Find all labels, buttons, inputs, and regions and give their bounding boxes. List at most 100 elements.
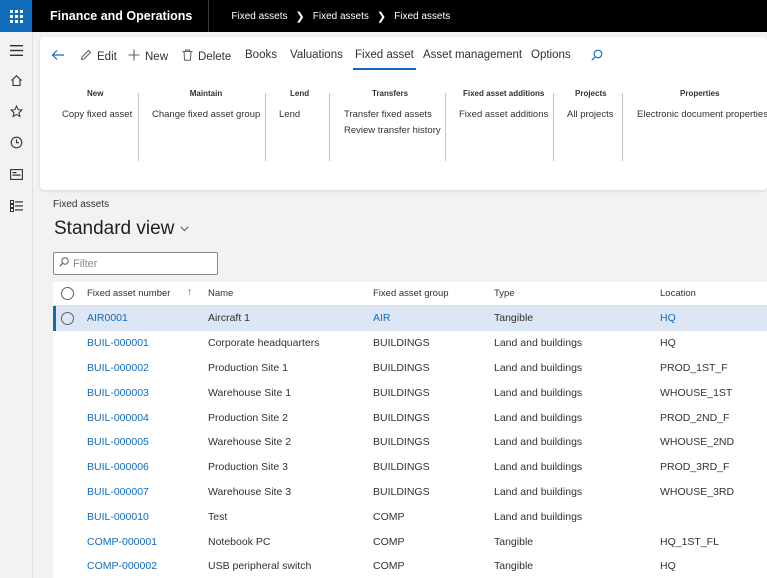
row-select-radio[interactable]	[61, 306, 74, 331]
fixed-asset-number-link[interactable]: BUIL-000007	[87, 480, 149, 505]
name-cell: Production Site 2	[208, 411, 288, 424]
modules-icon[interactable]	[8, 198, 24, 214]
view-selector[interactable]: Standard view	[54, 218, 190, 240]
table-row[interactable]: BUIL-000010 Test COMP Land and buildings	[53, 504, 767, 529]
fixed-asset-number-link[interactable]: AIR0001	[87, 306, 128, 331]
group-transfers: Transfers Transfer fixed assets Review t…	[343, 89, 443, 161]
type-cell: Land and buildings	[494, 436, 583, 449]
table-row[interactable]: AIR0001 Aircraft 1 AIR Tangible HQ	[53, 306, 767, 331]
column-header-type[interactable]: Type	[494, 282, 515, 305]
fixed-asset-number-link[interactable]: BUIL-000010	[87, 504, 149, 529]
table-row[interactable]: BUIL-000005 Warehouse Site 2 BUILDINGS Land…	[53, 430, 767, 455]
group-cell: COMP	[373, 535, 405, 548]
breadcrumb-item[interactable]: Fixed assets	[313, 11, 369, 22]
group-divider	[138, 93, 139, 161]
location-cell: PROD_1ST_F	[660, 361, 728, 374]
table-row[interactable]: COMP-000002 USB peripheral switch COMP Tang…	[53, 554, 767, 578]
clock-icon[interactable]	[8, 134, 24, 150]
group-title: Lend	[290, 89, 310, 98]
fixed-assets-grid: Fixed asset number ↑ Name Fixed asset gr…	[53, 282, 767, 578]
app-launcher-button[interactable]	[0, 0, 32, 32]
table-row[interactable]: BUIL-000007 Warehouse Site 3 BUILDINGS Land…	[53, 480, 767, 505]
column-header-location[interactable]: Location	[660, 282, 696, 305]
group-title: Fixed asset additions	[463, 89, 545, 98]
location-cell[interactable]: HQ	[660, 306, 676, 331]
fixed-asset-number-link[interactable]: BUIL-000006	[87, 455, 149, 480]
change-fixed-asset-group-button[interactable]: Change fixed asset group	[152, 109, 260, 120]
tab-fixed-asset[interactable]: Fixed asset	[353, 49, 416, 70]
name-cell: Test	[208, 510, 228, 523]
grid-body: AIR0001 Aircraft 1 AIR Tangible HQ BUIL-00000…	[53, 306, 767, 578]
fixed-asset-number-link[interactable]: COMP-000002	[87, 554, 157, 578]
group-cell: BUILDINGS	[373, 485, 430, 498]
type-cell: Tangible	[494, 312, 534, 325]
review-transfer-history-button[interactable]: Review transfer history	[344, 125, 443, 136]
fixed-asset-number-link[interactable]: BUIL-000005	[87, 430, 149, 455]
star-icon[interactable]	[8, 103, 24, 119]
search-button[interactable]	[591, 49, 603, 61]
new-button[interactable]: New	[128, 49, 168, 64]
type-cell: Land and buildings	[494, 485, 583, 498]
type-cell: Tangible	[494, 560, 534, 573]
column-header-name[interactable]: Name	[208, 282, 233, 305]
copy-fixed-asset-button[interactable]: Copy fixed asset	[62, 109, 132, 120]
lend-button[interactable]: Lend	[279, 109, 318, 120]
breadcrumb-item[interactable]: Fixed assets	[394, 11, 450, 22]
group-new: New Copy fixed asset	[60, 89, 132, 161]
name-cell: Notebook PC	[208, 535, 271, 548]
location-cell: PROD_3RD_F	[660, 461, 730, 474]
table-row[interactable]: COMP-000001 Notebook PC COMP Tangible HQ_1ST…	[53, 529, 767, 554]
workspace-icon[interactable]	[8, 166, 24, 182]
pencil-icon	[80, 49, 92, 64]
app-title[interactable]: Finance and Operations	[32, 0, 210, 32]
breadcrumb: Fixed assets ❯ Fixed assets ❯ Fixed asse…	[209, 10, 450, 23]
tab-valuations[interactable]: Valuations	[290, 49, 343, 61]
home-icon[interactable]	[8, 72, 24, 88]
filter-input[interactable]	[73, 257, 213, 270]
column-header-number[interactable]: Fixed asset number	[87, 282, 170, 305]
fixed-asset-number-link[interactable]: BUIL-000004	[87, 405, 149, 430]
fixed-asset-number-link[interactable]: BUIL-000003	[87, 380, 149, 405]
transfer-fixed-assets-button[interactable]: Transfer fixed assets	[344, 109, 443, 120]
group-cell: COMP	[373, 510, 405, 523]
name-cell: Warehouse Site 2	[208, 436, 292, 449]
group-cell: BUILDINGS	[373, 436, 430, 449]
select-all-checkbox[interactable]	[61, 282, 74, 305]
new-label: New	[145, 50, 169, 63]
table-row[interactable]: BUIL-000003 Warehouse Site 1 BUILDINGS Land…	[53, 380, 767, 405]
group-projects: Projects All projects	[566, 89, 616, 161]
breadcrumb-item[interactable]: Fixed assets	[231, 11, 287, 22]
group-divider	[622, 93, 623, 161]
fixed-asset-additions-button[interactable]: Fixed asset additions	[459, 109, 548, 120]
name-cell: Warehouse Site 1	[208, 386, 292, 399]
chevron-down-icon	[180, 223, 190, 235]
group-divider	[329, 93, 330, 161]
fixed-asset-number-link[interactable]: BUIL-000001	[87, 331, 149, 356]
back-button[interactable]	[51, 49, 65, 61]
column-header-group[interactable]: Fixed asset group	[373, 282, 449, 305]
grid-header: Fixed asset number ↑ Name Fixed asset gr…	[53, 282, 767, 306]
tab-asset-management[interactable]: Asset management	[423, 49, 522, 61]
table-row[interactable]: BUIL-000004 Production Site 2 BUILDINGS Lan…	[53, 405, 767, 430]
group-cell[interactable]: AIR	[373, 306, 391, 331]
hamburger-icon[interactable]	[8, 42, 24, 58]
filter-box[interactable]	[53, 252, 218, 275]
fixed-asset-number-link[interactable]: COMP-000001	[87, 529, 157, 554]
table-row[interactable]: BUIL-000006 Production Site 3 BUILDINGS Lan…	[53, 455, 767, 480]
search-icon	[59, 257, 69, 270]
name-cell: Corporate headquarters	[208, 337, 320, 350]
table-row[interactable]: BUIL-000002 Production Site 1 BUILDINGS Lan…	[53, 356, 767, 381]
all-projects-button[interactable]: All projects	[567, 109, 616, 120]
electronic-document-properties-button[interactable]: Electronic document properties	[637, 109, 767, 120]
edit-button[interactable]: Edit	[80, 49, 117, 64]
tab-books[interactable]: Books	[245, 49, 277, 61]
type-cell: Land and buildings	[494, 361, 583, 374]
page-title: Standard view	[54, 218, 175, 239]
group-cell: BUILDINGS	[373, 361, 430, 374]
fixed-asset-number-link[interactable]: BUIL-000002	[87, 356, 149, 381]
table-row[interactable]: BUIL-000001 Corporate headquarters BUILDIN…	[53, 331, 767, 356]
group-title: Transfers	[372, 89, 409, 98]
tab-options[interactable]: Options	[531, 49, 571, 61]
delete-button[interactable]: Delete	[182, 49, 231, 64]
name-cell: Production Site 3	[208, 461, 288, 474]
